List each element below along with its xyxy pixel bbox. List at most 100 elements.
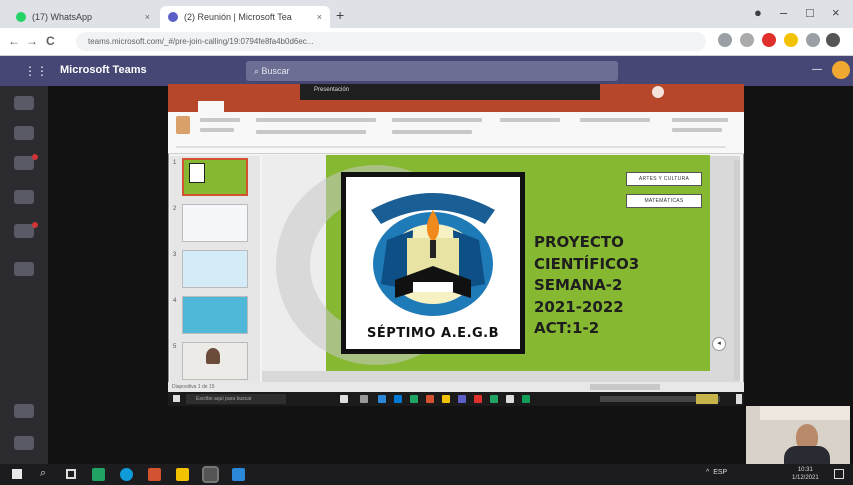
vertical-scrollbar[interactable] [734,160,740,380]
paste-icon [176,116,190,134]
ribbon-group [500,118,560,122]
button-label: ARTES Y CULTURA [638,176,690,182]
new-tab-button[interactable]: + [336,7,344,23]
rail-calendar-icon[interactable] [14,224,34,238]
taskbar-app-icon [394,395,402,403]
slide-line: SEMANA-2 [534,276,623,294]
close-icon[interactable]: × [145,12,150,22]
whatsapp-icon [16,12,26,22]
user-avatar[interactable] [832,61,850,79]
ppt-title: Presentación [314,87,350,93]
url-text: teams.microsoft.com/_#/pre-join-calling/… [88,37,314,46]
task-view-icon[interactable] [66,469,76,479]
taskbar-app-icon [410,395,418,403]
ribbon-group [200,118,240,122]
slide-body-text: PROYECTO CIENTÍFICO3 SEMANA-2 2021-2022 … [534,232,664,340]
rail-help-icon[interactable] [14,436,34,450]
slide-link-button-1[interactable]: ARTES Y CULTURA [626,172,702,186]
button-label: MATEMÁTICAS [644,198,684,204]
maximize-button[interactable]: □ [806,5,814,20]
rail-assignments-icon[interactable] [14,190,34,204]
ppt-search-bar: Presentación [300,84,600,100]
taskbar-app-icon [506,395,514,403]
tray-icons[interactable]: ^ ESP [706,469,727,476]
taskbar-app-icon [426,395,434,403]
windows-start-icon[interactable] [12,469,22,479]
rail-activity-icon[interactable] [14,96,34,110]
close-window-button[interactable]: × [832,5,840,20]
slide-link-button-2[interactable]: MATEMÁTICAS [626,194,702,208]
ribbon-group [392,118,482,122]
close-icon[interactable]: × [317,12,322,22]
zoom-slider [590,384,660,390]
remote-search-text: Escribe aquí para buscar [196,396,252,402]
windows-start-icon [173,395,180,402]
rail-calls-icon[interactable] [14,262,34,276]
thumb-number: 1 [173,160,177,166]
taskbar-app-icon [378,395,386,403]
thumb-number: 2 [173,206,177,212]
teams-icon [168,12,178,22]
taskbar-app-icon [490,395,498,403]
extension-icon[interactable] [740,33,754,47]
rail-teams-icon[interactable] [14,156,34,170]
puzzle-icon[interactable] [806,33,820,47]
bookmark-star-icon[interactable] [718,33,732,47]
clock-date: 1/12/2021 [792,475,819,481]
slide-line: 2021-2022 [534,297,624,316]
tab-whatsapp[interactable]: (17) WhatsApp × [8,6,158,28]
powerpoint-icon[interactable] [148,468,161,481]
taskbar-app-icon [360,395,368,403]
minimize-button[interactable]: – [780,5,787,20]
search-icon: ⌕ [254,65,262,76]
ribbon-group [200,128,234,132]
app-launcher-icon[interactable]: ⋮⋮ [24,64,48,78]
back-button[interactable]: ← [8,34,20,48]
ppt-ribbon-tabs [168,100,744,112]
ppt-user-avatar [652,86,664,98]
video-wall [760,406,850,420]
profile-avatar[interactable] [826,33,840,47]
tab-title: (2) Reunión | Microsoft Tea [184,12,292,22]
remote-search-box: Escribe aquí para buscar [186,394,286,404]
slide-nav-button[interactable]: ◂ [712,337,726,351]
extension-icon[interactable] [784,33,798,47]
profile-icon[interactable]: ● [754,5,762,20]
tab-teams[interactable]: (2) Reunión | Microsoft Tea × [160,6,330,28]
ribbon-group [672,118,728,122]
rail-chat-icon[interactable] [14,126,34,140]
thumb-person [206,348,220,364]
notification-badge [32,222,38,228]
rail-apps-icon[interactable] [14,404,34,418]
photos-icon[interactable] [202,466,219,483]
search-icon[interactable]: ⌕ [40,467,46,480]
participant-shoulders [784,446,830,464]
ribbon-group [256,130,366,134]
taskbar-app-icon [522,395,530,403]
opera-extension-icon[interactable] [762,33,776,47]
more-options-icon[interactable]: — [812,64,822,75]
address-bar[interactable]: teams.microsoft.com/_#/pre-join-calling/… [76,32,706,51]
slide-thumbnail[interactable] [182,296,248,334]
tray-language: ESP [713,469,728,476]
app-title: Microsoft Teams [60,64,147,76]
reload-button[interactable]: C [46,34,55,48]
slide-line: CIENTÍFICO3 [534,254,640,273]
word-icon[interactable] [232,468,245,481]
thumb-number: 5 [173,344,177,350]
status-text: Diapositiva 1 de 15 [172,384,215,390]
slide-thumbnail[interactable] [182,250,248,288]
clock[interactable]: 10:31 1/12/2021 [792,466,819,482]
excel-icon[interactable] [92,468,105,481]
slide-thumbnail[interactable] [182,204,248,242]
file-explorer-icon[interactable] [176,468,189,481]
thumb-number: 3 [173,252,177,258]
forward-button[interactable]: → [26,34,38,48]
ribbon-group [580,118,650,122]
ppt-home-tab [198,101,224,112]
edge-icon[interactable] [120,468,133,481]
taskbar-app-icon [458,395,466,403]
search-input[interactable]: ⌕ Buscar [246,61,618,81]
notification-center-icon[interactable] [834,469,844,479]
slide-line: PROYECTO [534,233,624,251]
